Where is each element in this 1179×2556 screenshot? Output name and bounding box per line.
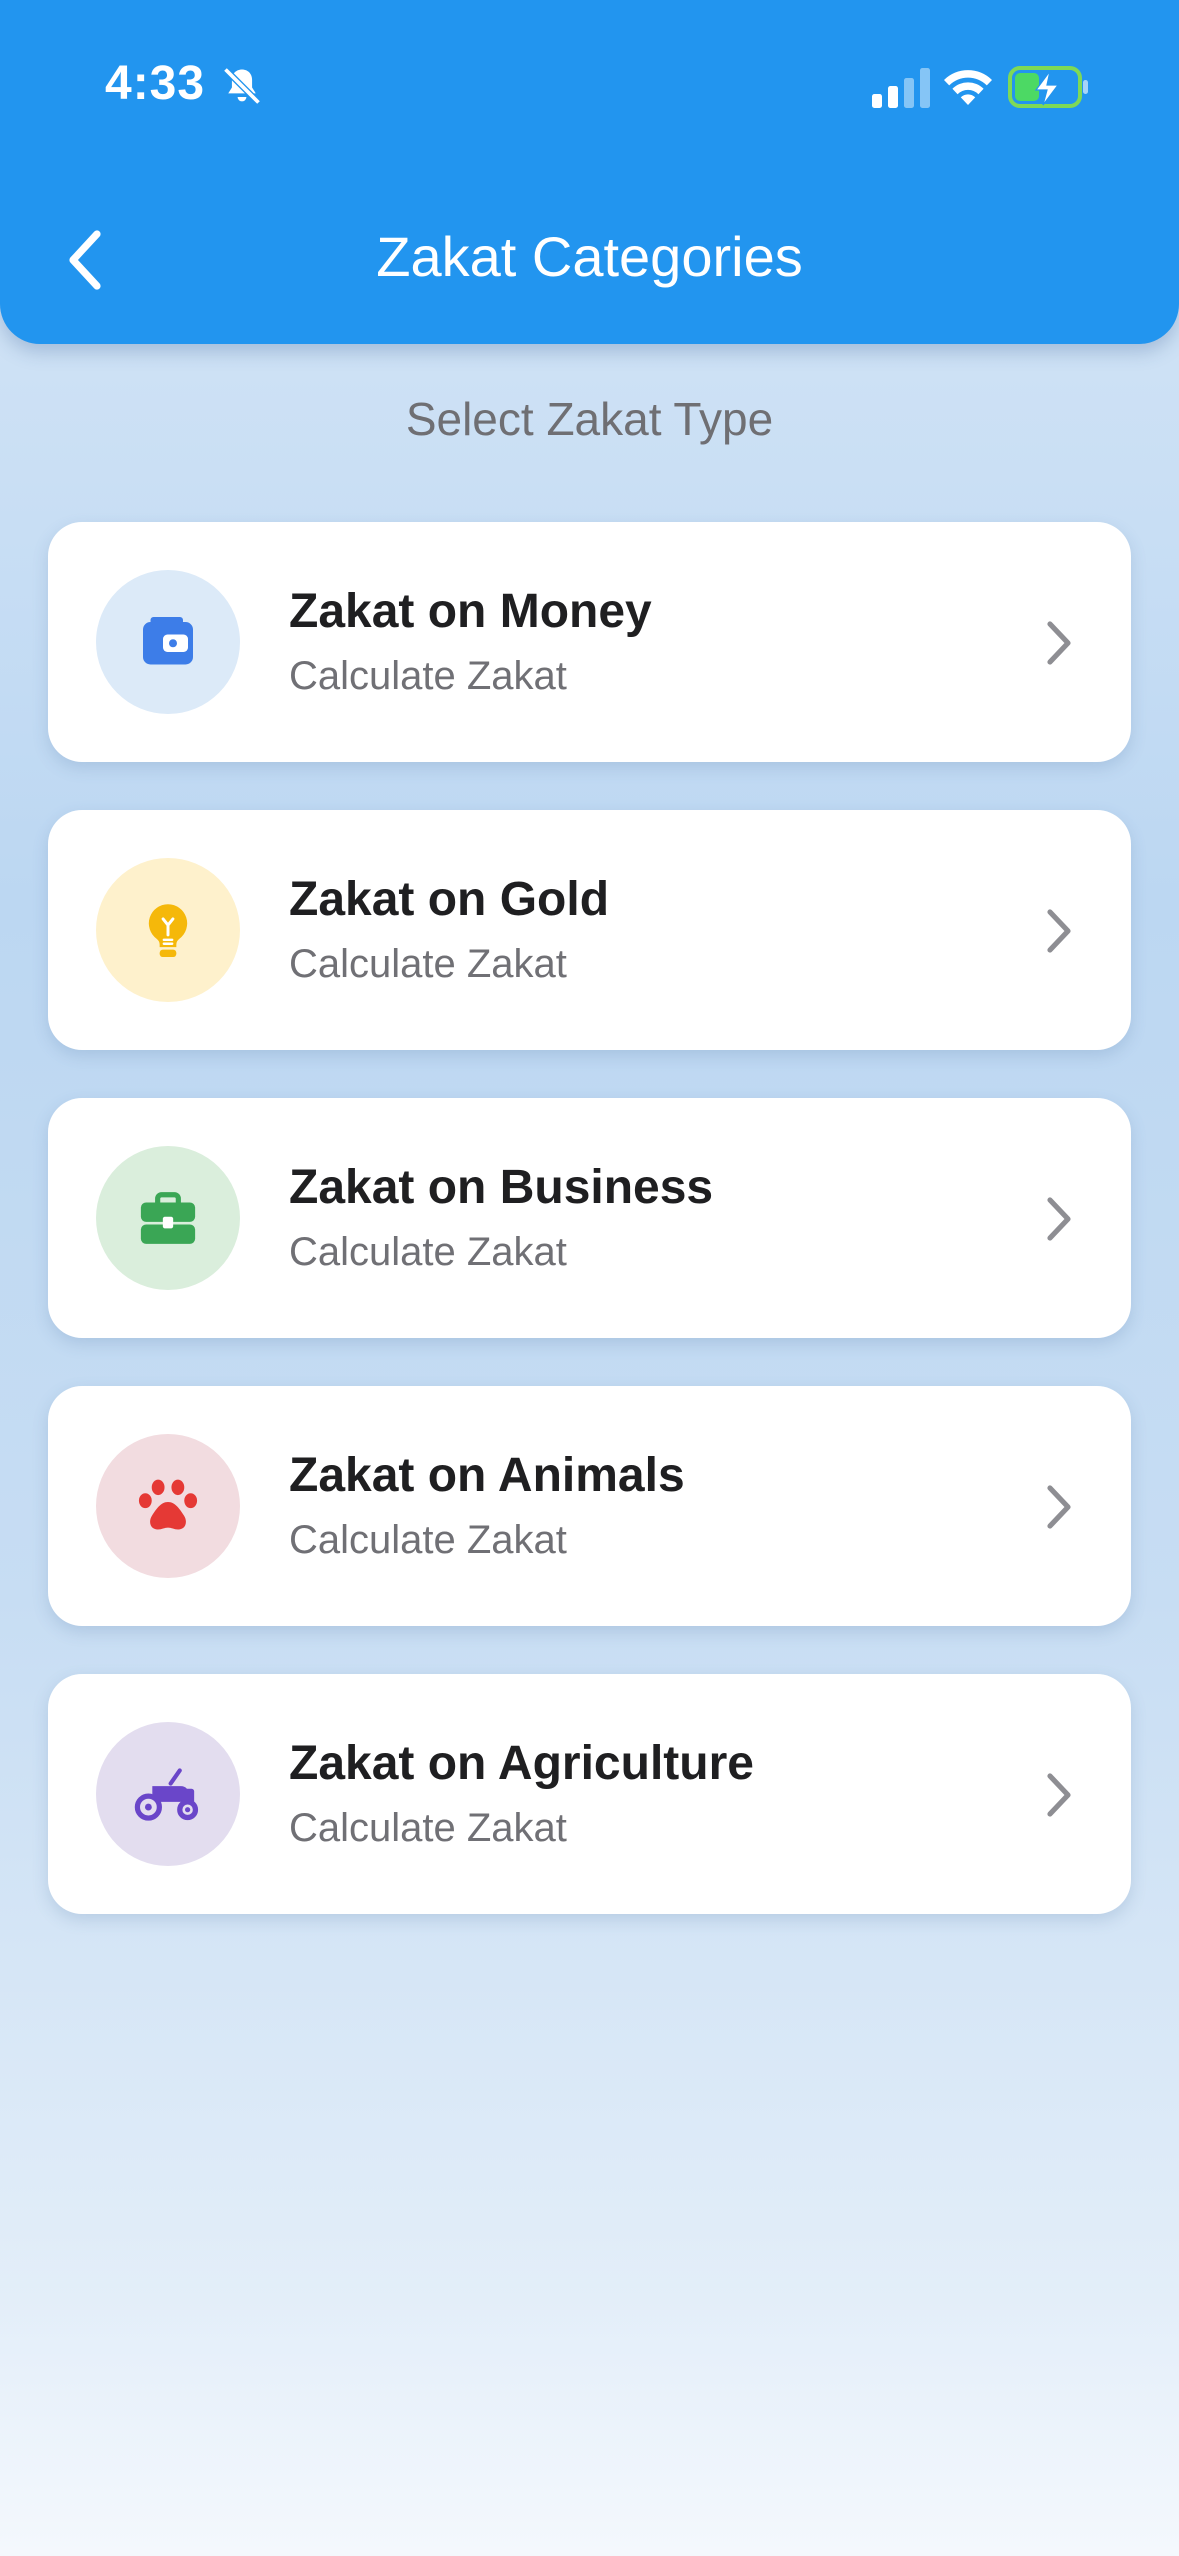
icon-circle [96,1434,240,1578]
chevron-right-icon [1047,1485,1071,1529]
category-subtitle: Calculate Zakat [289,1806,567,1850]
page-title: Zakat Categories [376,225,803,288]
category-card-animals[interactable]: Zakat on Animals Calculate Zakat [48,1386,1131,1626]
category-subtitle: Calculate Zakat [289,1230,567,1274]
bell-muted-icon [223,67,261,105]
category-card-money[interactable]: Zakat on Money Calculate Zakat [48,522,1131,762]
briefcase-icon [140,1192,196,1244]
section-title: Select Zakat Type [405,393,774,445]
category-card-gold[interactable]: Zakat on Gold Calculate Zakat [48,810,1131,1050]
chevron-right-icon [1047,621,1071,665]
category-subtitle: Calculate Zakat [289,942,567,986]
tractor-icon [134,1768,199,1821]
category-title: Zakat on Animals [289,1449,685,1502]
category-title: Zakat on Money [289,585,652,638]
category-title: Zakat on Agriculture [289,1737,754,1790]
category-title: Zakat on Gold [289,873,610,926]
wifi-icon [944,70,992,105]
lightbulb-icon [148,904,188,957]
app-header: 4:33 Zakat Categories [0,0,1179,344]
chevron-right-icon [1047,1197,1071,1241]
category-subtitle: Calculate Zakat [289,1518,567,1562]
category-card-business[interactable]: Zakat on Business Calculate Zakat [48,1098,1131,1338]
icon-circle [96,1722,240,1866]
battery-charging-icon [1008,66,1088,108]
chevron-right-icon [1047,1773,1071,1817]
category-subtitle: Calculate Zakat [289,654,567,698]
wallet-icon [143,617,193,665]
category-card-agriculture[interactable]: Zakat on Agriculture Calculate Zakat [48,1674,1131,1914]
category-title: Zakat on Business [289,1161,714,1214]
icon-circle [96,1146,240,1290]
chevron-right-icon [1047,909,1071,953]
icon-circle [96,570,240,714]
paw-icon [138,1479,198,1530]
icon-circle [96,858,240,1002]
status-time: 4:33 [105,57,206,110]
cellular-signal-icon [872,68,930,108]
